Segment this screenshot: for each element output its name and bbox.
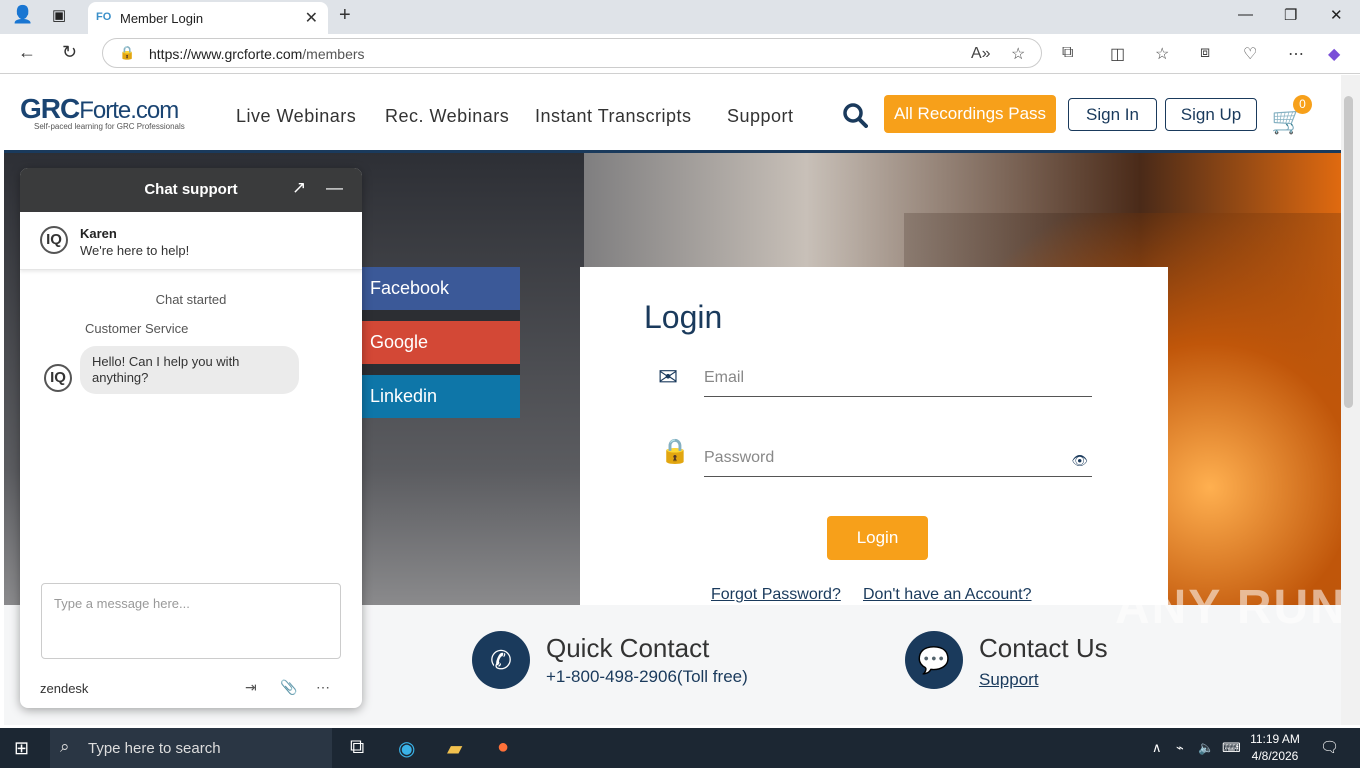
phone-icon: ✆ bbox=[472, 631, 530, 689]
quick-contact-title: Quick Contact bbox=[546, 633, 710, 663]
end-chat-icon[interactable]: ⇥ bbox=[245, 679, 257, 696]
nav-live-webinars[interactable]: Live Webinars bbox=[236, 106, 356, 127]
tab-actions-icon[interactable]: ▣ bbox=[52, 6, 66, 24]
copilot-icon[interactable]: ◆ bbox=[1328, 44, 1340, 64]
site-header: GRCForte.com Self-paced learning for GRC… bbox=[4, 75, 1341, 153]
taskbar-clock[interactable]: 11:19 AM 4/8/2026 bbox=[1240, 731, 1310, 765]
firefox-icon[interactable]: ● bbox=[497, 736, 509, 759]
facebook-login-button[interactable]: Facebook bbox=[362, 267, 520, 310]
zendesk-brand[interactable]: zendesk bbox=[40, 681, 88, 696]
volume-icon[interactable]: 🔈 bbox=[1198, 740, 1214, 756]
create-account-link[interactable]: Don't have an Account? bbox=[863, 586, 1032, 604]
close-window-icon[interactable]: ✕ bbox=[1330, 6, 1343, 24]
site-favicon-icon: FO bbox=[96, 11, 112, 23]
scrollbar-thumb[interactable] bbox=[1344, 96, 1353, 408]
chat-message-bubble: Hello! Can I help you with anything? bbox=[80, 346, 299, 394]
login-form: Login ✉ Email 🔒 Password 👁 Login Forgot … bbox=[580, 267, 1168, 643]
lock-icon: 🔒 bbox=[119, 45, 136, 60]
new-tab-icon[interactable]: + bbox=[339, 4, 351, 27]
network-icon[interactable]: ⌁ bbox=[1176, 740, 1184, 756]
agent-status: We're here to help! bbox=[80, 243, 190, 258]
chat-header: Chat support ↗ — bbox=[20, 168, 362, 212]
agent-name: Karen bbox=[80, 226, 117, 241]
refresh-icon[interactable]: ↻ bbox=[62, 42, 77, 63]
site-logo[interactable]: GRCForte.com Self-paced learning for GRC… bbox=[20, 93, 185, 131]
agent-info: IQ Karen We're here to help! bbox=[20, 212, 362, 270]
sign-in-button[interactable]: Sign In bbox=[1068, 98, 1157, 131]
sender-avatar-icon: IQ bbox=[44, 364, 72, 392]
windows-start-icon[interactable]: ⊞ bbox=[14, 738, 29, 759]
contact-support-link[interactable]: Support bbox=[979, 670, 1039, 690]
attach-paperclip-icon[interactable]: 📎 bbox=[280, 679, 297, 696]
edge-browser-icon[interactable]: ◉ bbox=[398, 736, 415, 761]
anyrun-watermark: ANY RUN bbox=[1115, 581, 1347, 634]
task-view-icon[interactable]: ⧉ bbox=[350, 736, 364, 759]
chat-message-input[interactable]: Type a message here... bbox=[41, 583, 341, 659]
windows-taskbar: ⊞ ⌕ Type here to search ⧉ ◉ ▰ ● ∧ ⌁ 🔈 ⌨ … bbox=[0, 728, 1360, 768]
chat-bubble-icon: 💬 bbox=[905, 631, 963, 689]
contact-us-title: Contact Us bbox=[979, 633, 1108, 663]
nav-instant-transcripts[interactable]: Instant Transcripts bbox=[535, 106, 692, 127]
profile-icon[interactable]: 👤 bbox=[12, 5, 33, 25]
chat-widget: Chat support ↗ — IQ Karen We're here to … bbox=[20, 168, 362, 708]
show-password-eye-icon[interactable]: 👁 bbox=[1071, 453, 1088, 469]
address-toolbar: ← ↻ 🔒 https://www.grcforte.com/members A… bbox=[0, 34, 1360, 74]
collections-icon[interactable]: ⧈ bbox=[1200, 44, 1210, 62]
clock-date: 4/8/2026 bbox=[1251, 749, 1299, 763]
email-field[interactable]: Email bbox=[704, 355, 1092, 397]
chat-header-title: Chat support bbox=[144, 181, 238, 198]
quick-contact-phone[interactable]: +1-800-498-2906(Toll free) bbox=[546, 667, 748, 687]
email-envelope-icon: ✉ bbox=[658, 364, 679, 391]
nav-support[interactable]: Support bbox=[727, 106, 794, 127]
lock-icon: 🔒 bbox=[660, 438, 690, 465]
linkedin-login-button[interactable]: Linkedin bbox=[362, 375, 520, 418]
close-tab-icon[interactable]: ✕ bbox=[305, 8, 318, 28]
url-path: /members bbox=[302, 46, 365, 62]
favorite-star-icon[interactable]: ☆ bbox=[1011, 44, 1025, 64]
chat-started-label: Chat started bbox=[155, 292, 227, 307]
taskbar-search[interactable]: ⌕ Type here to search bbox=[50, 728, 332, 768]
minimize-icon[interactable]: — bbox=[1238, 6, 1253, 23]
agent-avatar-icon: IQ bbox=[40, 226, 68, 254]
logo-main-text: GRC bbox=[20, 93, 80, 124]
file-explorer-icon[interactable]: ▰ bbox=[447, 736, 462, 761]
sender-name: Customer Service bbox=[85, 321, 189, 336]
favorites-icon[interactable]: ☆ bbox=[1155, 44, 1169, 64]
notifications-icon[interactable]: 🗨 bbox=[1320, 738, 1339, 756]
clock-time: 11:19 AM bbox=[1250, 732, 1300, 746]
search-icon[interactable] bbox=[842, 102, 868, 128]
google-login-button[interactable]: Google bbox=[362, 321, 520, 364]
forgot-password-link[interactable]: Forgot Password? bbox=[711, 586, 841, 604]
read-aloud-icon[interactable]: A» bbox=[971, 45, 991, 63]
browser-essentials-icon[interactable]: ♡ bbox=[1243, 44, 1257, 64]
logo-accent-text: Forte bbox=[79, 97, 131, 124]
nav-rec-webinars[interactable]: Rec. Webinars bbox=[385, 106, 509, 127]
password-field[interactable]: Password 👁 bbox=[704, 435, 1092, 477]
keyboard-icon[interactable]: ⌨ bbox=[1222, 740, 1241, 756]
taskbar-search-placeholder: Type here to search bbox=[88, 740, 221, 757]
sign-up-button[interactable]: Sign Up bbox=[1165, 98, 1257, 131]
minimize-chat-icon[interactable]: — bbox=[326, 178, 343, 198]
more-menu-icon[interactable]: ⋯ bbox=[1288, 44, 1304, 64]
url-field[interactable]: 🔒 https://www.grcforte.com/members A» ☆ bbox=[102, 38, 1042, 68]
extensions-icon[interactable]: ⧉ bbox=[1062, 44, 1073, 62]
cart-count-badge: 0 bbox=[1293, 95, 1312, 114]
chat-more-icon[interactable]: ⋯ bbox=[316, 679, 330, 696]
tab-member-login[interactable]: FO Member Login ✕ bbox=[88, 2, 328, 34]
all-recordings-pass-button[interactable]: All Recordings Pass bbox=[884, 95, 1056, 133]
login-title: Login bbox=[644, 299, 723, 335]
tray-chevron-icon[interactable]: ∧ bbox=[1152, 740, 1162, 756]
popout-icon[interactable]: ↗ bbox=[292, 178, 306, 198]
login-button[interactable]: Login bbox=[827, 516, 928, 560]
url-domain: https://www.grcforte.com bbox=[149, 46, 303, 62]
back-icon[interactable]: ← bbox=[18, 42, 36, 63]
logo-tagline: Self-paced learning for GRC Professional… bbox=[34, 122, 185, 131]
restore-icon[interactable]: ❐ bbox=[1284, 6, 1297, 24]
split-screen-icon[interactable]: ◫ bbox=[1110, 44, 1125, 64]
tab-title: Member Login bbox=[120, 11, 204, 26]
search-magnifier-icon: ⌕ bbox=[60, 737, 70, 756]
browser-tab-bar: 👤 ▣ FO Member Login ✕ + — ❐ ✕ bbox=[0, 0, 1360, 34]
password-placeholder: Password bbox=[704, 449, 775, 466]
logo-suffix-text: .com bbox=[130, 97, 179, 124]
